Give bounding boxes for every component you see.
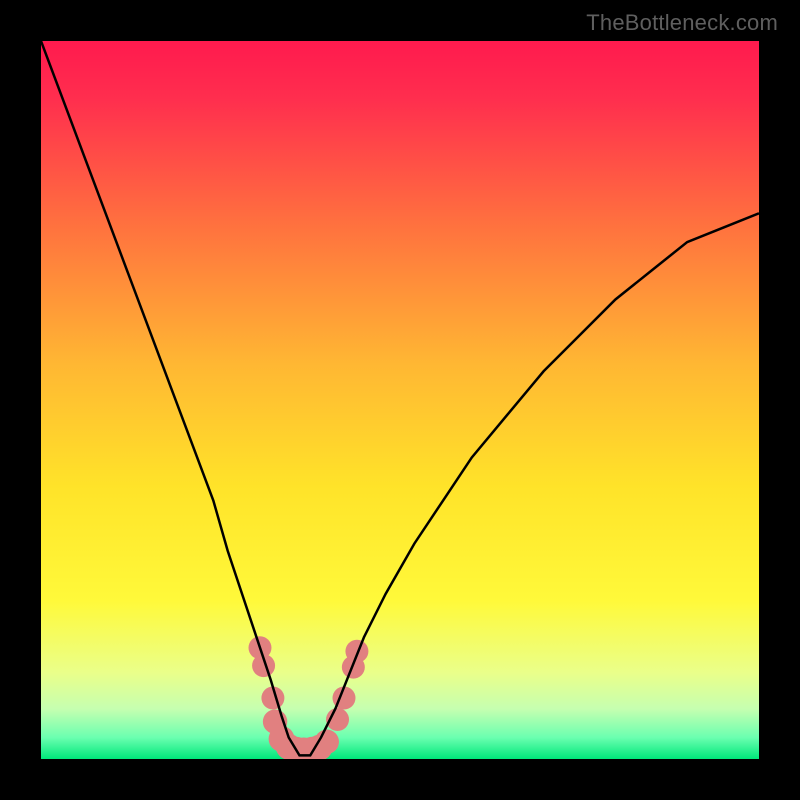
bottleneck-curve	[41, 41, 759, 755]
curve-layer	[41, 41, 759, 759]
plot-area	[41, 41, 759, 759]
highlight-band	[249, 636, 369, 759]
chart-frame: TheBottleneck.com	[0, 0, 800, 800]
watermark-text: TheBottleneck.com	[586, 10, 778, 36]
